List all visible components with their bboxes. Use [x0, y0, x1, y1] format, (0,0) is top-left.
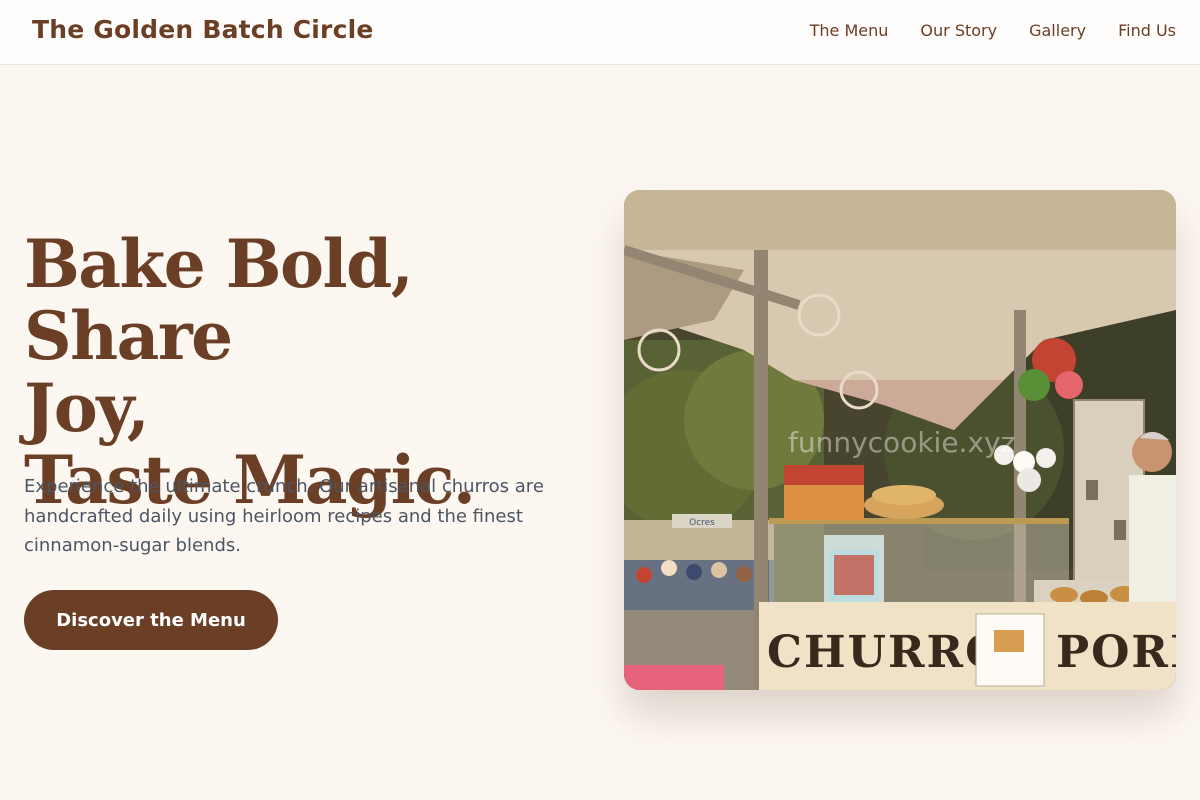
site-header: The Golden Batch Circle The Menu Our Sto… [0, 0, 1200, 65]
discover-menu-button[interactable]: Discover the Menu [24, 590, 278, 650]
nav-link-gallery[interactable]: Gallery [1029, 21, 1086, 40]
site-brand[interactable]: The Golden Batch Circle [32, 15, 374, 44]
hero-title-line-1: Bake Bold, Share [24, 225, 414, 375]
hero-title-line-2: Joy, [24, 369, 150, 447]
hero-description: Experience the ultimate crunch. Our arti… [24, 476, 544, 556]
hero-image-churros-stand: Ocres CHURROS POR funnycookie.xyz [624, 190, 1176, 690]
nav-link-menu[interactable]: The Menu [810, 21, 889, 40]
image-watermark: funnycookie.xyz [788, 426, 1016, 459]
main-nav: The Menu Our Story Gallery Find Us [810, 21, 1176, 40]
nav-link-our-story[interactable]: Our Story [920, 21, 997, 40]
nav-link-find-us[interactable]: Find Us [1118, 21, 1176, 40]
